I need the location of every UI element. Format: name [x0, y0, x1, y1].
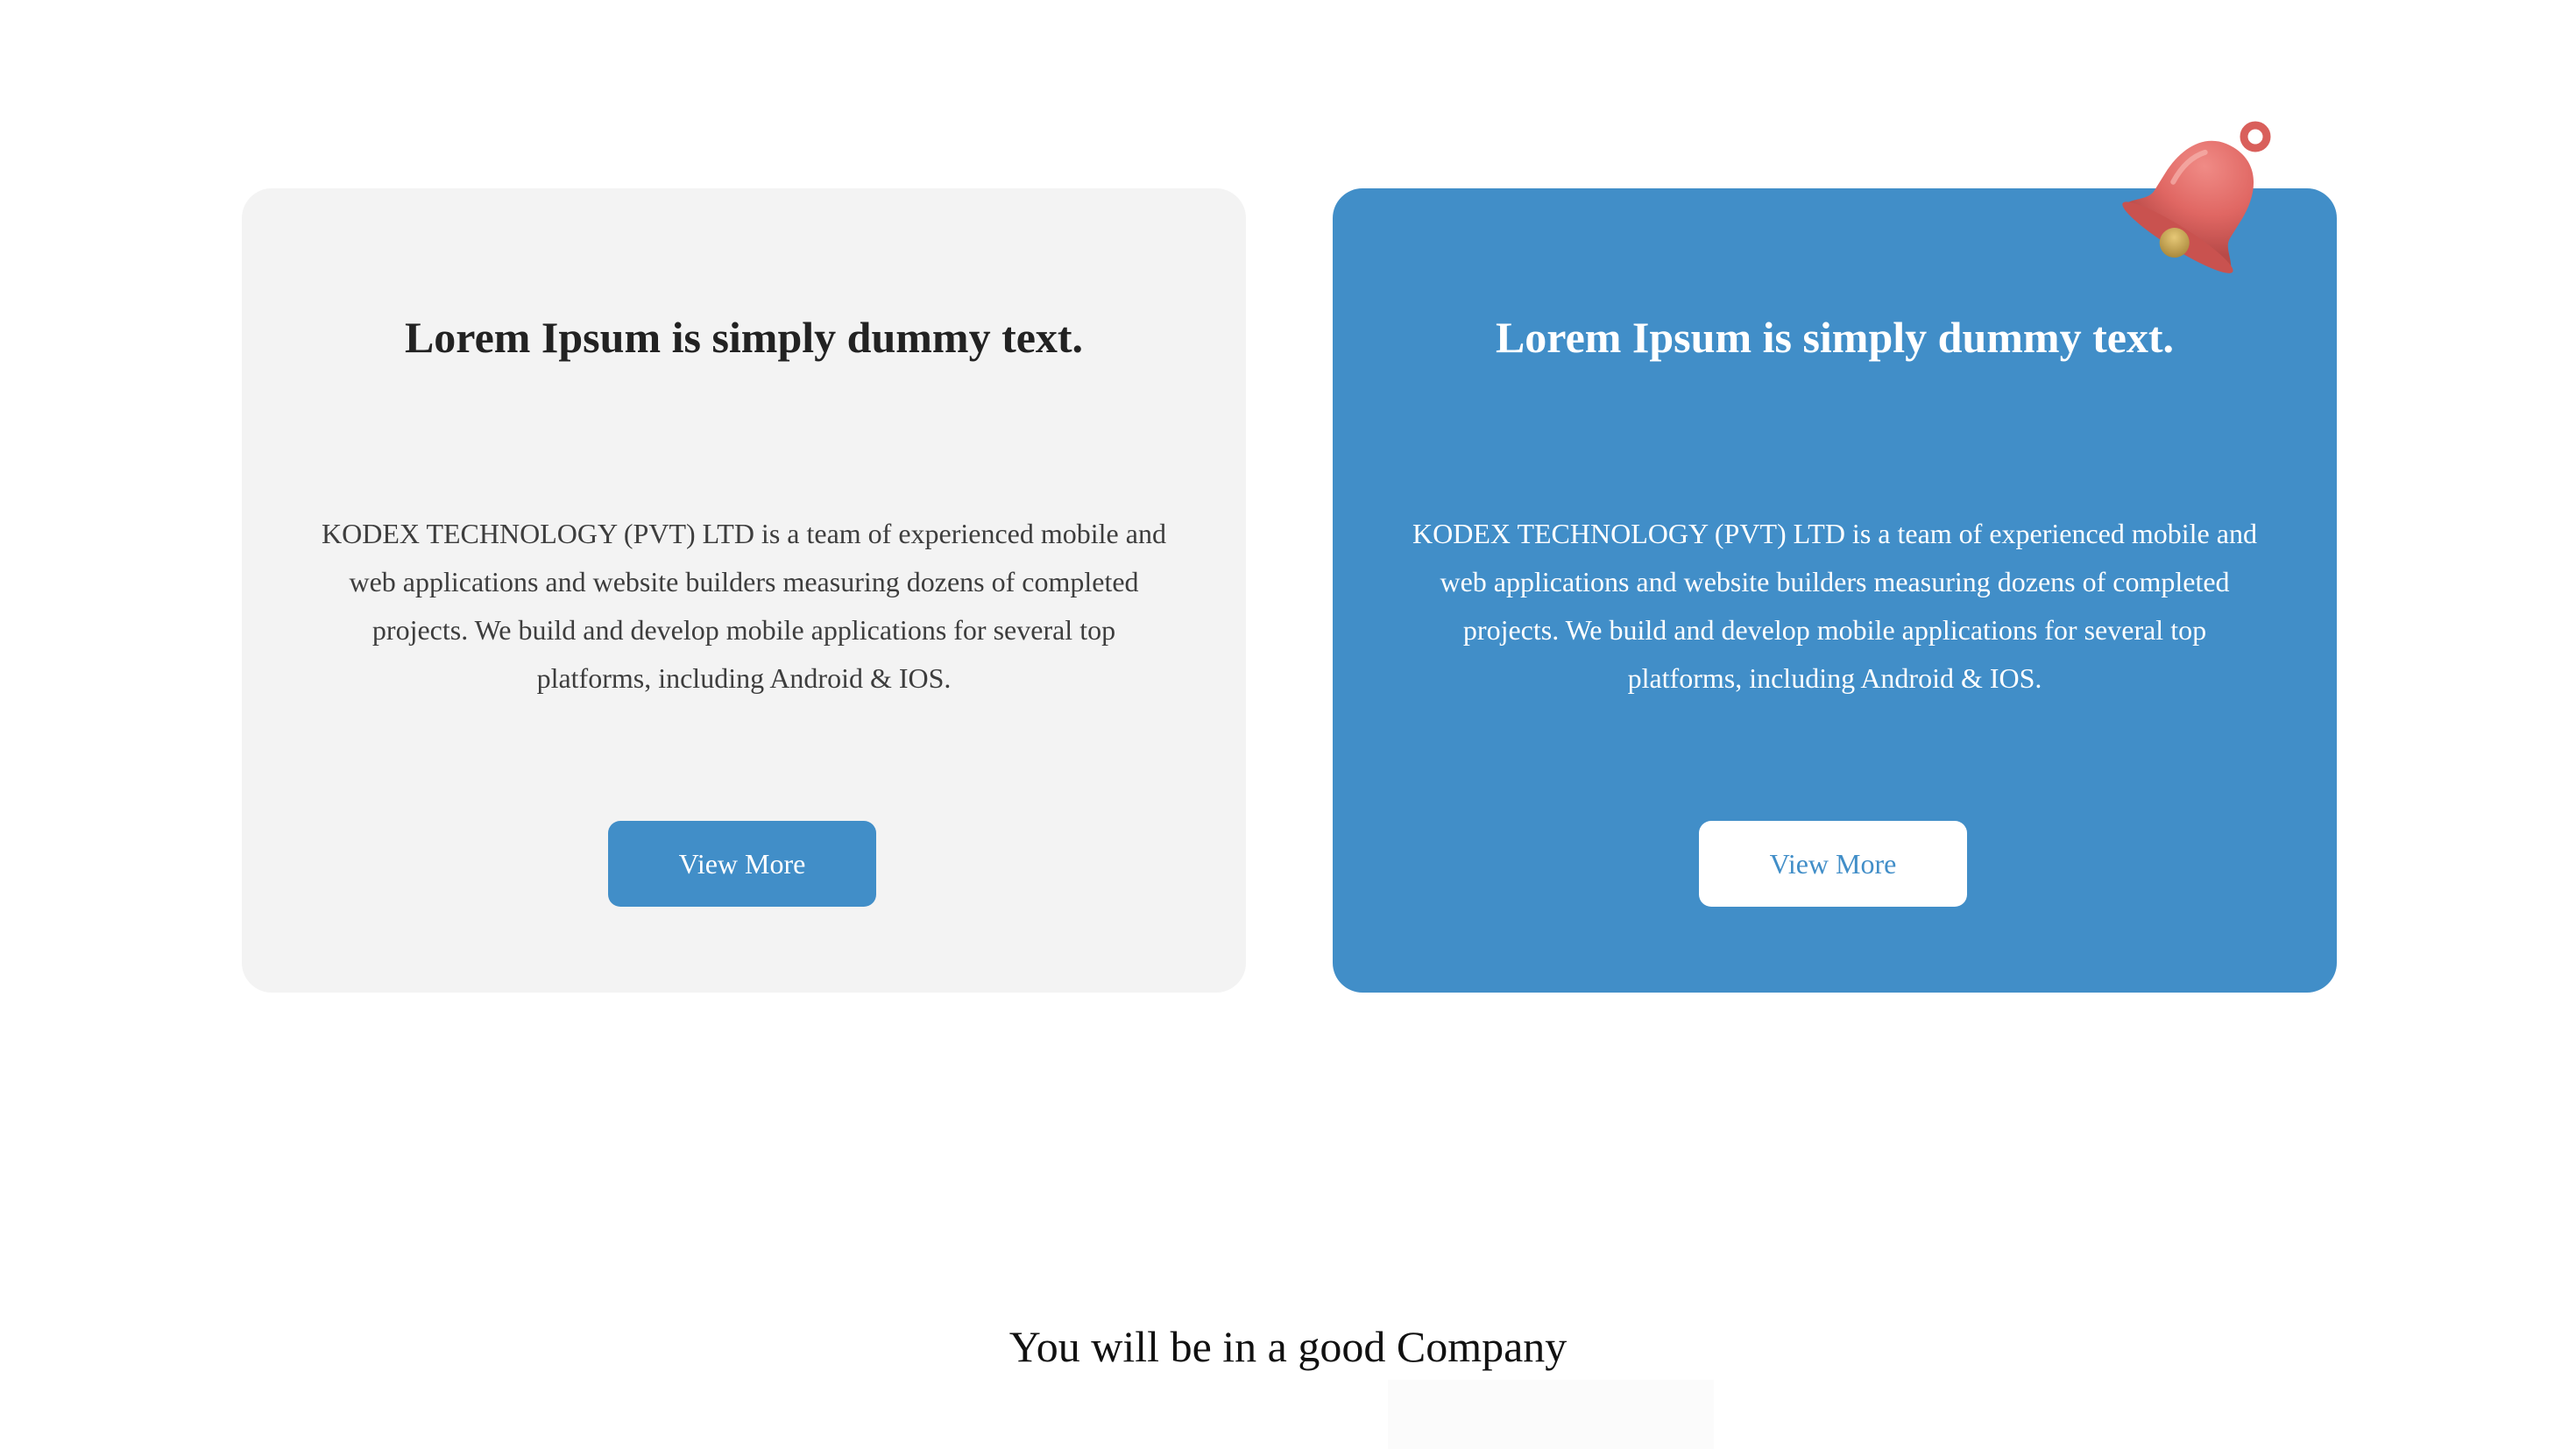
view-more-button[interactable]: View More — [1699, 821, 1967, 907]
card-title: Lorem Ipsum is simply dummy text. — [1495, 313, 2175, 362]
card-description: KODEX TECHNOLOGY (PVT) LTD is a team of … — [1412, 518, 2257, 694]
view-more-button[interactable]: View More — [608, 821, 876, 907]
partner-logo-placeholder — [1388, 1380, 1714, 1449]
bell-icon — [2119, 119, 2285, 279]
card-title: Lorem Ipsum is simply dummy text. — [404, 313, 1084, 362]
company-section-heading: You will be in a good Company — [1008, 1322, 1568, 1371]
card-description: KODEX TECHNOLOGY (PVT) LTD is a team of … — [322, 518, 1166, 694]
feature-card-blue: Lorem Ipsum is simply dummy text. KODEX … — [1333, 188, 2337, 993]
feature-card-light: Lorem Ipsum is simply dummy text. KODEX … — [242, 188, 1246, 993]
